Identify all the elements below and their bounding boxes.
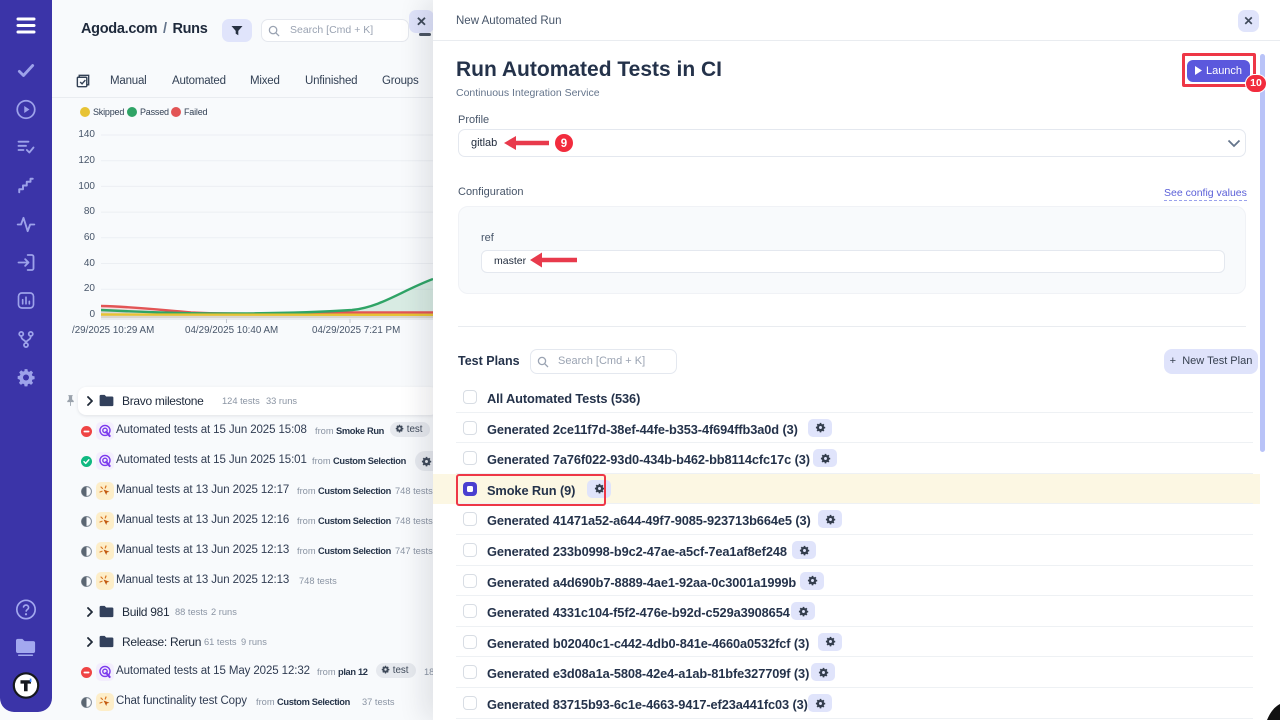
svg-text:9: 9 [561,138,567,150]
